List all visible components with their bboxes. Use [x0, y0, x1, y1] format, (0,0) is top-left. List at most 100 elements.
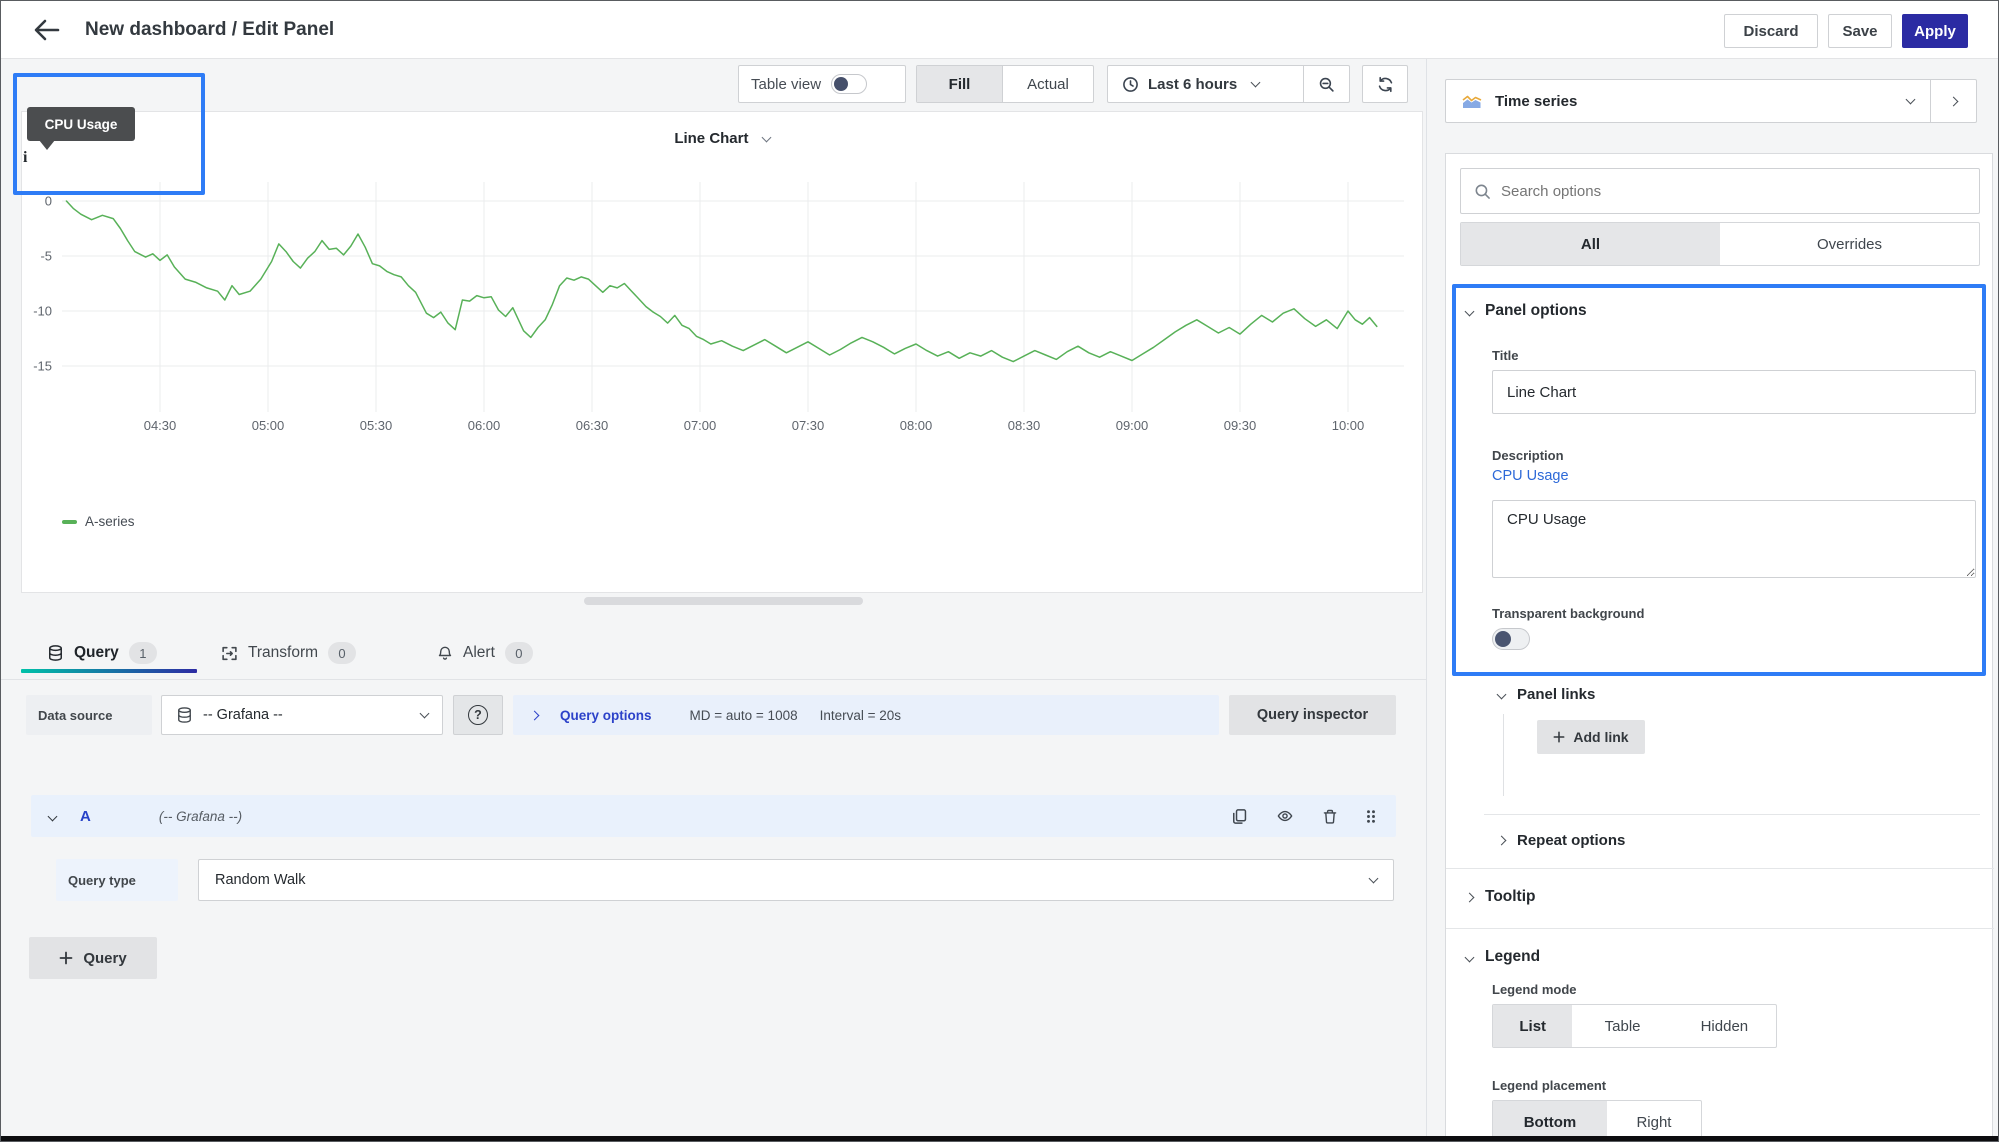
query-row-header[interactable]: A (-- Grafana --): [31, 795, 1396, 837]
clock-icon: [1122, 76, 1139, 93]
options-scroll-container: All Overrides Panel options Title Descri…: [1445, 153, 1993, 1142]
query-options-label: Query options: [560, 708, 652, 723]
save-button[interactable]: Save: [1828, 14, 1892, 48]
svg-text:09:00: 09:00: [1116, 418, 1149, 433]
section-divider: [1446, 868, 1994, 869]
svg-text:-15: -15: [33, 359, 52, 374]
chevron-down-icon: [420, 709, 430, 719]
legend-section-heading[interactable]: Legend: [1466, 948, 1540, 966]
drag-handle-icon[interactable]: [1364, 808, 1378, 825]
tab-transform[interactable]: Transform 0: [221, 637, 356, 669]
tab-alert[interactable]: Alert 0: [437, 637, 533, 669]
discard-button[interactable]: Discard: [1724, 14, 1818, 48]
series-label: A-series: [85, 514, 135, 529]
query-options-bar[interactable]: Query options MD = auto = 1008 Interval …: [513, 695, 1219, 735]
time-range-label: Last 6 hours: [1148, 76, 1237, 93]
hide-query-eye-icon[interactable]: [1276, 808, 1294, 824]
svg-text:06:00: 06:00: [468, 418, 501, 433]
delete-query-trash-icon[interactable]: [1322, 808, 1338, 825]
alert-count-badge: 0: [505, 642, 533, 664]
query-datasource-hint: (-- Grafana --): [159, 809, 1231, 824]
time-range-picker[interactable]: Last 6 hours: [1108, 66, 1303, 102]
transform-icon: [221, 645, 238, 662]
chevron-right-icon: [1949, 96, 1959, 106]
bell-icon: [437, 645, 453, 662]
back-arrow-icon[interactable]: [33, 16, 61, 44]
svg-text:08:30: 08:30: [1008, 418, 1041, 433]
search-options-box[interactable]: [1460, 168, 1980, 214]
chevron-down-icon: [1251, 78, 1261, 88]
svg-text:0: 0: [45, 194, 52, 209]
active-tab-underline: [21, 669, 197, 673]
time-range-group: Last 6 hours: [1107, 65, 1350, 103]
top-header: New dashboard / Edit Panel Discard Save …: [1, 1, 1999, 59]
query-type-value: Random Walk: [215, 872, 1370, 888]
datasource-label: Data source: [26, 695, 152, 735]
chart-panel: Line Chart 0-5-10-1504:3005:0005:3006:00…: [21, 111, 1423, 593]
svg-text:07:00: 07:00: [684, 418, 717, 433]
svg-text:10:00: 10:00: [1332, 418, 1365, 433]
query-count-badge: 1: [129, 642, 157, 664]
section-divider: [1446, 928, 1994, 929]
svg-text:06:30: 06:30: [576, 418, 609, 433]
legend-mode-table[interactable]: Table: [1572, 1005, 1672, 1047]
chevron-down-icon: [1465, 952, 1475, 962]
legend-mode-list[interactable]: List: [1493, 1005, 1572, 1047]
chevron-down-icon: [48, 811, 58, 821]
svg-text:09:30: 09:30: [1224, 418, 1257, 433]
panel-links-heading[interactable]: Panel links: [1498, 686, 1595, 703]
duplicate-query-icon[interactable]: [1231, 808, 1248, 825]
datasource-help-button[interactable]: ?: [453, 695, 503, 735]
svg-text:07:30: 07:30: [792, 418, 825, 433]
svg-text:08:00: 08:00: [900, 418, 933, 433]
chevron-right-icon: [1497, 836, 1507, 846]
repeat-options-heading[interactable]: Repeat options: [1498, 832, 1625, 849]
chart-legend[interactable]: A-series: [62, 514, 135, 529]
panel-title-chevron-icon: [761, 133, 771, 143]
panel-resize-handle[interactable]: [584, 597, 863, 605]
search-options-input[interactable]: [1501, 183, 1966, 200]
query-inspector-button[interactable]: Query inspector: [1229, 695, 1396, 735]
query-tab-bar: Query 1 Transform 0 Alert 0: [1, 637, 1426, 669]
svg-text:05:30: 05:30: [360, 418, 393, 433]
visualization-picker[interactable]: Time series: [1445, 79, 1977, 123]
refresh-icon: [1377, 76, 1394, 93]
tab-overrides[interactable]: Overrides: [1720, 223, 1979, 265]
fill-option[interactable]: Fill: [917, 66, 1003, 102]
tabs-divider: [1, 679, 1426, 680]
expand-viz-picker-button[interactable]: [1930, 80, 1976, 122]
page-title: New dashboard / Edit Panel: [85, 1, 334, 59]
timeseries-chart[interactable]: 0-5-10-1504:3005:0005:3006:0006:3007:000…: [22, 168, 1424, 468]
database-icon: [47, 644, 64, 662]
datasource-picker[interactable]: -- Grafana --: [161, 695, 443, 735]
highlight-box-panel-options: [1452, 284, 1986, 676]
actual-option[interactable]: Actual: [1003, 66, 1093, 102]
panel-title[interactable]: Line Chart: [22, 130, 1422, 147]
transform-count-badge: 0: [328, 642, 356, 664]
legend-mode-hidden[interactable]: Hidden: [1673, 1005, 1776, 1047]
chevron-right-icon: [1465, 892, 1475, 902]
apply-button[interactable]: Apply: [1902, 14, 1968, 48]
zoom-out-button[interactable]: [1303, 66, 1349, 102]
tab-all[interactable]: All: [1461, 223, 1720, 265]
series-swatch: [62, 520, 77, 524]
plus-icon: [1553, 731, 1565, 743]
tab-query[interactable]: Query 1: [47, 637, 157, 669]
table-view-toggle[interactable]: [831, 74, 867, 94]
highlight-box-tooltip: [13, 73, 205, 195]
refresh-button[interactable]: [1362, 65, 1408, 103]
svg-text:04:30: 04:30: [144, 418, 177, 433]
add-link-button[interactable]: Add link: [1537, 720, 1645, 754]
chevron-down-icon: [1906, 95, 1916, 105]
chevron-down-icon: [1369, 874, 1379, 884]
fill-actual-segment: Fill Actual: [916, 65, 1094, 103]
max-data-points-text: MD = auto = 1008: [690, 708, 798, 723]
svg-text:-10: -10: [33, 304, 52, 319]
legend-mode-label: Legend mode: [1492, 982, 1577, 997]
timeseries-viz-icon: [1462, 94, 1482, 109]
add-query-button[interactable]: Query: [29, 937, 157, 979]
options-pane: Time series All Overrides Panel op: [1426, 59, 1999, 1142]
query-type-select[interactable]: Random Walk: [198, 859, 1394, 901]
help-circle-icon: ?: [468, 705, 488, 725]
tooltip-section-heading[interactable]: Tooltip: [1466, 888, 1536, 906]
